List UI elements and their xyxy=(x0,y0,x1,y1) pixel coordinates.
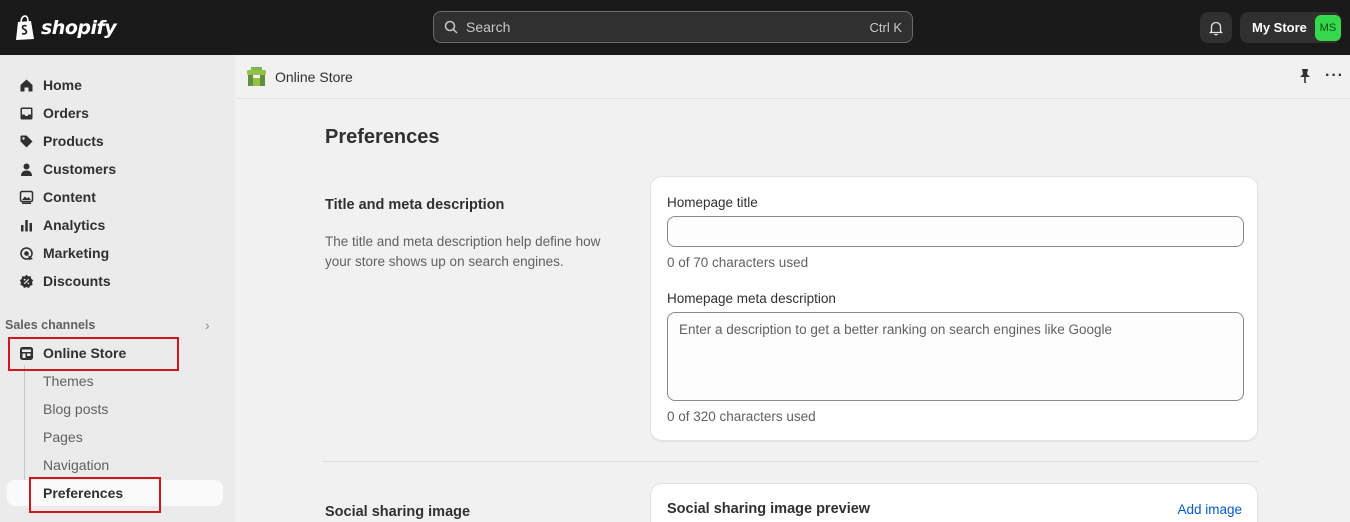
homepage-title-label: Homepage title xyxy=(667,195,758,210)
inbox-icon xyxy=(18,105,34,121)
meta-description-placeholder: Enter a description to get a better rank… xyxy=(679,322,1113,337)
add-image-link[interactable]: Add image xyxy=(1177,502,1242,517)
breadcrumb[interactable]: Online Store xyxy=(247,67,353,87)
sidebar-item-discounts[interactable]: Discounts xyxy=(7,268,223,294)
section-title-meta: Title and meta description xyxy=(325,197,505,213)
search-icon xyxy=(444,20,458,34)
bell-icon xyxy=(1208,21,1224,35)
section-description-meta: The title and meta description help defi… xyxy=(325,234,601,269)
notifications-button[interactable] xyxy=(1200,12,1232,43)
sidebar-subitem-pages[interactable]: Pages xyxy=(7,424,223,450)
store-menu-button[interactable]: My Store MS xyxy=(1240,12,1341,43)
sidebar-subitem-blog-posts[interactable]: Blog posts xyxy=(7,396,223,422)
sidebar-item-label: Products xyxy=(43,133,104,149)
sidebar-item-label: Orders xyxy=(43,105,89,121)
meta-description-label: Homepage meta description xyxy=(667,291,836,306)
sidebar-item-products[interactable]: Products xyxy=(7,128,223,154)
top-bar: shopify Search Ctrl K My Store MS xyxy=(0,0,1350,55)
search-shortcut: Ctrl K xyxy=(869,19,903,35)
discount-icon xyxy=(18,273,34,289)
homepage-title-input[interactable] xyxy=(667,216,1244,247)
search-bar[interactable]: Search Ctrl K xyxy=(433,11,913,43)
meta-description-textarea[interactable]: Enter a description to get a better rank… xyxy=(667,312,1244,401)
online-store-app-icon xyxy=(247,67,266,86)
page-header-bar: Online Store ··· xyxy=(235,55,1350,99)
social-image-card: Social sharing image preview Add image xyxy=(650,483,1258,522)
sidebar-subitem-navigation[interactable]: Navigation xyxy=(7,452,223,478)
logo-text: shopify xyxy=(41,17,117,39)
sidebar-item-analytics[interactable]: Analytics xyxy=(7,212,223,238)
sidebar-item-customers[interactable]: Customers xyxy=(7,156,223,182)
shopify-bag-icon xyxy=(16,15,34,40)
section-divider xyxy=(322,461,1258,462)
page-crumb-label: Online Store xyxy=(275,69,353,85)
sidebar-item-label: Analytics xyxy=(43,217,106,233)
pin-icon[interactable] xyxy=(1298,68,1312,84)
homepage-title-help: 0 of 70 characters used xyxy=(667,255,809,270)
title-meta-card: Homepage title 0 of 70 characters used H… xyxy=(650,176,1258,441)
highlight-box-preferences xyxy=(29,477,161,513)
sales-channels-label: Sales channels xyxy=(5,318,96,332)
section-title-social: Social sharing image xyxy=(325,504,471,520)
highlight-box-online-store xyxy=(8,337,179,371)
sidebar-item-content[interactable]: Content xyxy=(7,184,223,210)
sidebar-item-label: Customers xyxy=(43,161,117,177)
sidebar-subitem-themes[interactable]: Themes xyxy=(7,368,223,394)
sidebar-item-label: Home xyxy=(43,77,82,93)
social-preview-title: Social sharing image preview xyxy=(667,501,871,517)
page-title: Preferences xyxy=(325,126,440,148)
person-icon xyxy=(18,161,34,177)
avatar: MS xyxy=(1314,14,1341,41)
target-icon xyxy=(18,245,34,261)
chevron-right-icon[interactable]: › xyxy=(205,317,210,333)
more-actions-icon[interactable]: ··· xyxy=(1325,67,1344,85)
sidebar-item-label: Discounts xyxy=(43,273,111,289)
bar-chart-icon xyxy=(18,217,34,233)
meta-description-help: 0 of 320 characters used xyxy=(667,409,816,424)
store-name: My Store xyxy=(1252,20,1307,35)
sidebar-item-marketing[interactable]: Marketing xyxy=(7,240,223,266)
shopify-logo[interactable]: shopify xyxy=(14,14,117,42)
sidebar-item-home[interactable]: Home xyxy=(7,72,223,98)
sidebar-item-orders[interactable]: Orders xyxy=(7,100,223,126)
tag-icon xyxy=(18,133,34,149)
sidebar-item-label: Content xyxy=(43,189,96,205)
sidebar: Home Orders Products Customers Content A… xyxy=(0,55,235,522)
search-placeholder: Search xyxy=(466,19,511,35)
sidebar-item-label: Marketing xyxy=(43,245,110,261)
home-icon xyxy=(18,77,34,93)
image-icon xyxy=(18,189,34,205)
